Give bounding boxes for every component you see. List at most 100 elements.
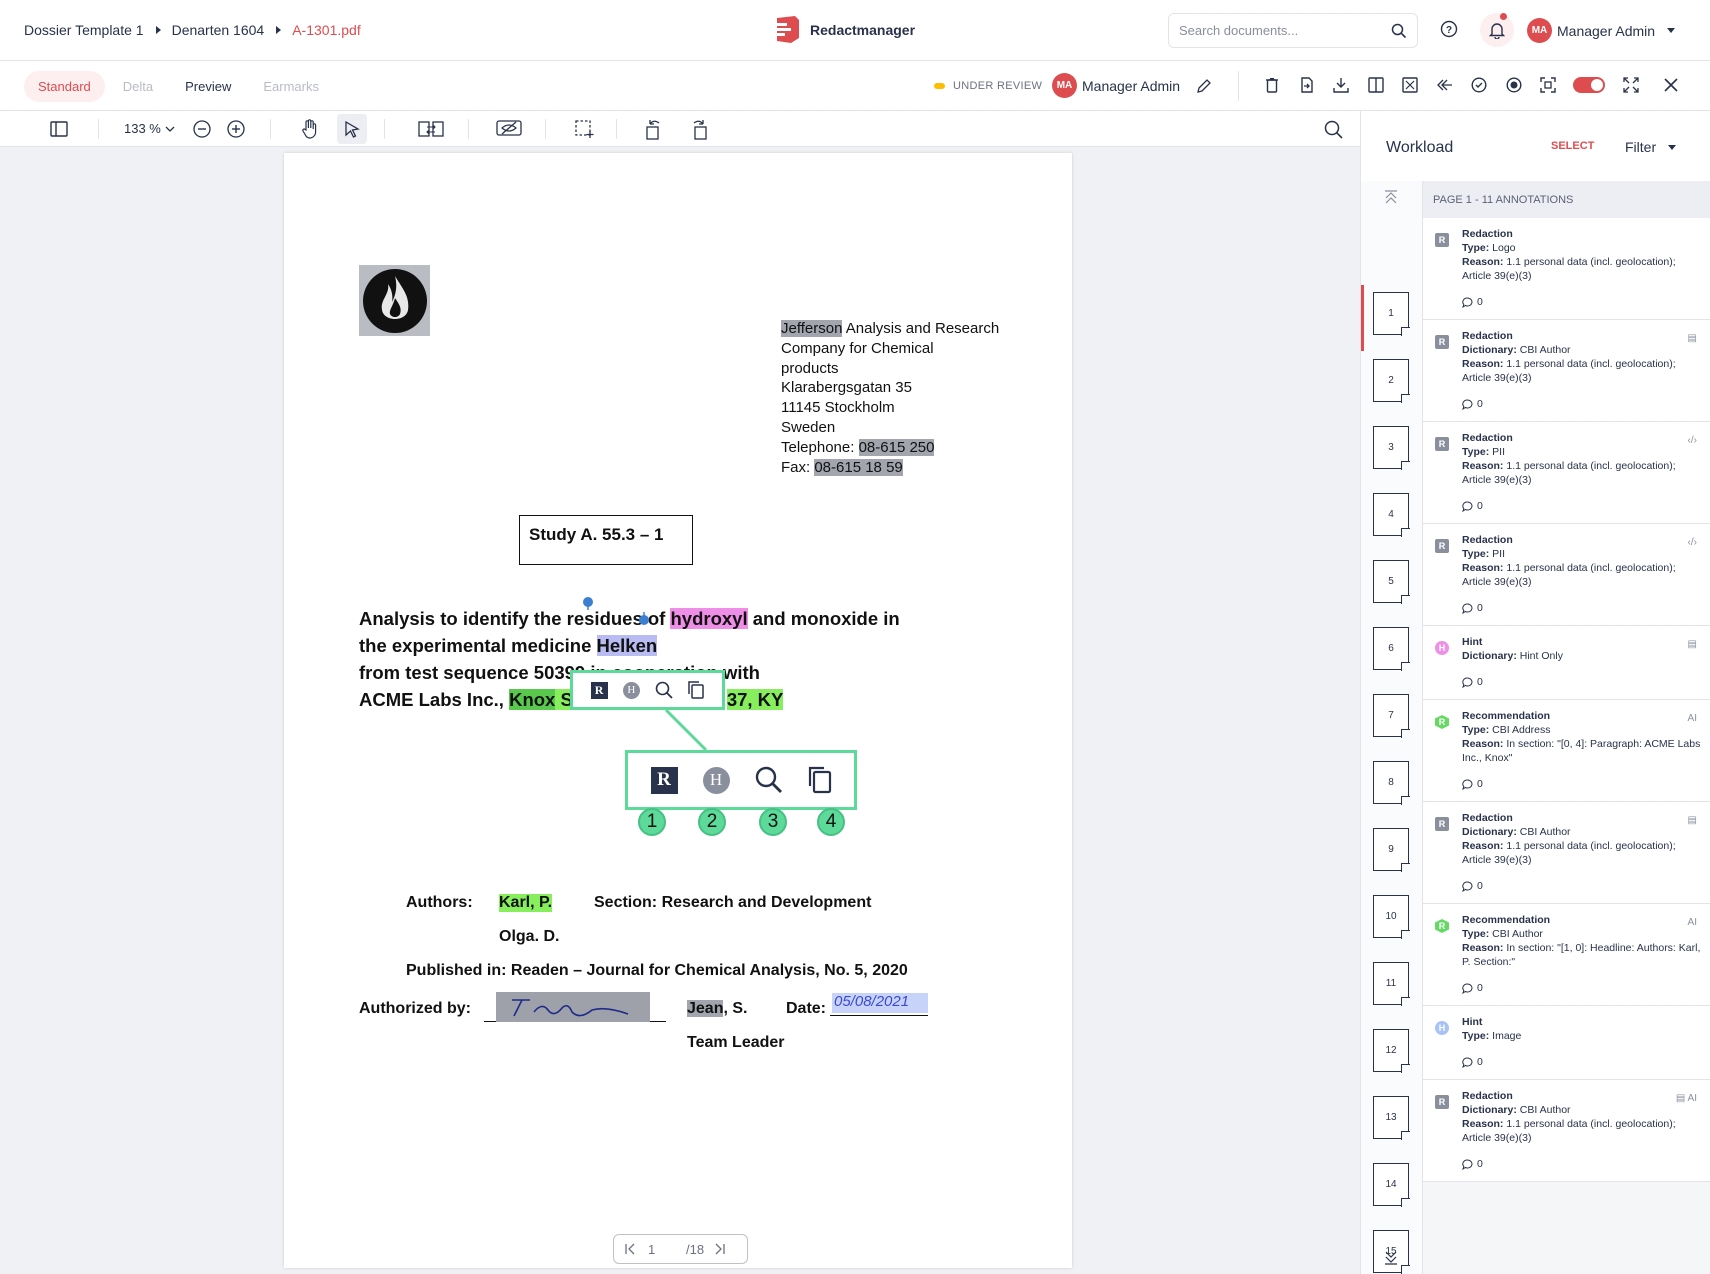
- tab-standard[interactable]: Standard: [24, 71, 105, 102]
- recommendation-address[interactable]: 37, KY: [726, 689, 784, 710]
- pencil-icon[interactable]: [1196, 78, 1212, 94]
- comments-count[interactable]: 0: [1462, 981, 1701, 995]
- zoom-select[interactable]: 133 %: [124, 121, 175, 136]
- toggle-sidebar-icon[interactable]: [48, 118, 70, 140]
- delete-icon[interactable]: [1262, 75, 1282, 95]
- annotation-card[interactable]: R Redaction Dictionary: CBI Author Reason: …: [1423, 320, 1710, 422]
- search-icon[interactable]: [655, 681, 673, 699]
- selected-text-helken[interactable]: Helken: [596, 635, 658, 656]
- comments-count[interactable]: 0: [1462, 295, 1701, 309]
- page-thumbnail[interactable]: 3: [1373, 426, 1410, 470]
- page-thumbnail[interactable]: 2: [1373, 359, 1410, 403]
- hint-hydroxyl[interactable]: hydroxyl: [670, 608, 748, 629]
- page-thumbnail[interactable]: 6: [1373, 627, 1410, 671]
- annotation-card[interactable]: H Hint Type: Image 0: [1423, 1006, 1710, 1080]
- hide-annotations-icon[interactable]: [496, 118, 522, 140]
- record-icon[interactable]: [1504, 75, 1524, 95]
- hint-icon[interactable]: H: [702, 766, 730, 794]
- page-thumbnail[interactable]: 10: [1373, 895, 1410, 939]
- help-icon[interactable]: ?: [1440, 20, 1458, 38]
- redact-icon[interactable]: R: [650, 766, 678, 794]
- scroll-bottom-icon[interactable]: [1383, 1251, 1399, 1265]
- annotation-card[interactable]: R Redaction Type: PII Reason: 1.1 personal …: [1423, 524, 1710, 626]
- breadcrumb-dossier-template[interactable]: Dossier Template 1: [24, 22, 144, 38]
- notifications-button[interactable]: [1480, 13, 1514, 47]
- select-button[interactable]: SELECT: [1551, 140, 1594, 152]
- scroll-top-icon[interactable]: [1383, 190, 1399, 204]
- page-thumbnail[interactable]: 9: [1373, 828, 1410, 872]
- annotation-card[interactable]: R Recommendation Type: CBI Author Reason: I…: [1423, 904, 1710, 1006]
- assignee[interactable]: MA Manager Admin: [1052, 73, 1212, 98]
- import-icon[interactable]: [1297, 75, 1317, 95]
- last-page-icon[interactable]: [714, 1243, 726, 1255]
- excluded-pages-icon[interactable]: [1400, 75, 1420, 95]
- search-documents[interactable]: [1168, 13, 1418, 48]
- comments-count[interactable]: 0: [1462, 675, 1701, 689]
- ocr-scan-icon[interactable]: [1538, 75, 1558, 95]
- zoom-out-icon[interactable]: [191, 118, 213, 140]
- page-thumbnail[interactable]: 5: [1373, 560, 1410, 604]
- redacted-signer-name[interactable]: Jean: [687, 1000, 724, 1017]
- search-in-document-icon[interactable]: [1322, 118, 1344, 140]
- recommendation-knox[interactable]: Knox: [509, 689, 556, 710]
- comments-count[interactable]: 0: [1462, 1055, 1701, 1069]
- tab-delta[interactable]: Delta: [109, 71, 167, 102]
- download-icon[interactable]: [1331, 75, 1351, 95]
- page-thumbnail[interactable]: 7: [1373, 694, 1410, 738]
- close-icon[interactable]: [1661, 75, 1681, 95]
- search-icon[interactable]: [1391, 23, 1407, 39]
- page-thumbnail[interactable]: 14: [1373, 1163, 1410, 1207]
- copy-icon[interactable]: [808, 766, 832, 794]
- annotation-card[interactable]: R Redaction Type: PII Reason: 1.1 personal …: [1423, 422, 1710, 524]
- pan-hand-icon[interactable]: [299, 118, 321, 140]
- comments-count[interactable]: 0: [1462, 397, 1701, 411]
- comments-count[interactable]: 0: [1462, 601, 1701, 615]
- comments-count[interactable]: 0: [1462, 1157, 1701, 1171]
- redact-icon[interactable]: R: [590, 681, 608, 699]
- page-number-input[interactable]: 1: [648, 1242, 686, 1257]
- annotation-card[interactable]: R Recommendation Type: CBI Address Reason: …: [1423, 700, 1710, 802]
- user-menu[interactable]: MA Manager Admin: [1527, 18, 1676, 43]
- hint-icon[interactable]: H: [622, 681, 640, 699]
- breadcrumb-file[interactable]: A-1301.pdf: [292, 22, 361, 38]
- zoom-in-icon[interactable]: [225, 118, 247, 140]
- page-thumbnail[interactable]: 4: [1373, 493, 1410, 537]
- comments-count[interactable]: 0: [1462, 777, 1701, 791]
- rotate-right-icon[interactable]: [688, 118, 710, 140]
- search-input[interactable]: [1179, 23, 1391, 38]
- tab-earmarks[interactable]: Earmarks: [249, 71, 333, 102]
- first-page-icon[interactable]: [624, 1243, 636, 1255]
- annotation-card[interactable]: R Redaction Dictionary: CBI Author Reason: …: [1423, 1080, 1710, 1182]
- page-thumbnail[interactable]: 13: [1373, 1096, 1410, 1140]
- page-thumbnail[interactable]: 1: [1373, 292, 1410, 336]
- redacted-company-name[interactable]: Jefferson: [781, 320, 843, 337]
- document-viewer[interactable]: Jefferson Analysis and Research Company …: [0, 147, 1360, 1274]
- redacted-fax[interactable]: 08-615 18 59: [814, 458, 903, 476]
- page-thumbnail[interactable]: 8: [1373, 761, 1410, 805]
- annotation-card[interactable]: R Redaction Dictionary: CBI Author Reason: …: [1423, 802, 1710, 904]
- search-icon[interactable]: [755, 766, 783, 794]
- redacted-telephone[interactable]: 08-615 250: [858, 438, 935, 456]
- annotation-card[interactable]: H Hint Dictionary: Hint Only 0 ▤: [1423, 626, 1710, 700]
- pdf-page[interactable]: Jefferson Analysis and Research Company …: [284, 153, 1072, 1268]
- comments-count[interactable]: 0: [1462, 499, 1701, 513]
- page-thumbnail[interactable]: 12: [1373, 1029, 1410, 1073]
- recommendation-author[interactable]: Karl, P.: [499, 894, 553, 912]
- breadcrumb-dossier[interactable]: Denarten 1604: [172, 22, 265, 38]
- selection-handles[interactable]: [580, 596, 652, 626]
- redacted-signature-image[interactable]: [496, 992, 650, 1022]
- redacted-logo-image[interactable]: [359, 265, 430, 336]
- page-thumbnail[interactable]: 11: [1373, 962, 1410, 1006]
- rotate-left-icon[interactable]: [643, 118, 665, 140]
- brand[interactable]: Redactmanager: [771, 16, 915, 43]
- select-tool-icon[interactable]: [337, 114, 367, 144]
- tab-preview[interactable]: Preview: [171, 71, 245, 102]
- undo-icon[interactable]: [1435, 75, 1455, 95]
- hint-date[interactable]: 05/08/2021: [832, 993, 928, 1013]
- area-select-icon[interactable]: [573, 118, 595, 140]
- compare-icon[interactable]: [418, 118, 444, 140]
- document-info-icon[interactable]: [1366, 75, 1386, 95]
- annotation-card[interactable]: R Redaction Type: Logo Reason: 1.1 personal…: [1423, 218, 1710, 320]
- comments-count[interactable]: 0: [1462, 879, 1701, 893]
- redaction-preview-toggle[interactable]: [1572, 77, 1605, 93]
